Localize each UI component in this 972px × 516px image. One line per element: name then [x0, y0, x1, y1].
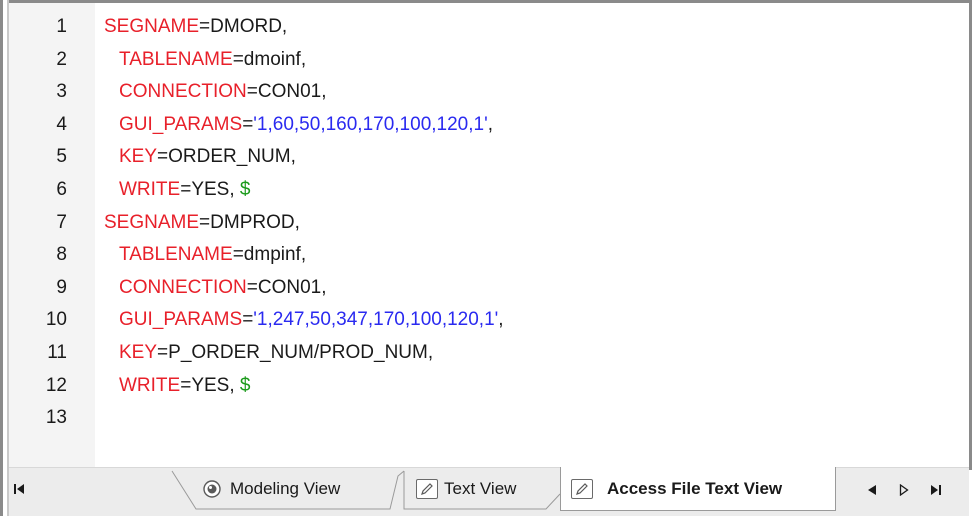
attribute-keyword: WRITE — [119, 179, 181, 200]
equals-operator: = — [180, 179, 192, 200]
attribute-keyword: TABLENAME — [119, 244, 233, 266]
string-literal: '1,247,50,347,170,100,120,1' — [253, 309, 499, 331]
attribute-keyword: WRITE — [119, 374, 181, 396]
line-number: 5 — [56, 146, 67, 168]
equals-operator: = — [242, 309, 254, 331]
string-literal: '1,60,50,160,170,100,120,1' — [253, 113, 488, 135]
equals-operator: = — [180, 374, 192, 396]
tab-access-file-text-view-label: Access File Text View — [607, 478, 783, 498]
attribute-value: CON01, — [257, 81, 327, 103]
equals-operator: = — [242, 113, 254, 135]
last-tab-icon — [931, 485, 941, 495]
code-line: WRITE=YES, $ — [119, 174, 250, 206]
attribute-value: DMPROD, — [210, 211, 300, 233]
attribute-keyword: CONNECTION — [119, 81, 247, 103]
attribute-value: YES, — [191, 374, 240, 396]
equals-operator: = — [232, 48, 244, 70]
code-line: GUI_PARAMS='1,60,50,160,170,100,120,1', — [119, 109, 493, 141]
code-line: WRITE=YES, $ — [119, 370, 250, 402]
segment-terminator: $ — [239, 374, 251, 396]
line-number: 13 — [45, 407, 67, 429]
attribute-value: dmpinf, — [243, 244, 307, 266]
triangle-right-outline-icon — [899, 483, 909, 497]
last-tab-button[interactable] — [926, 471, 946, 511]
code-line: KEY=P_ORDER_NUM/PROD_NUM, — [119, 337, 433, 369]
attribute-value: , — [498, 309, 504, 331]
equals-operator: = — [199, 16, 211, 37]
attribute-value: , — [487, 113, 493, 135]
attribute-keyword: KEY — [119, 342, 158, 363]
equals-operator: = — [246, 81, 258, 103]
segment-terminator: $ — [239, 179, 251, 200]
equals-operator: = — [199, 211, 211, 233]
code-line: SEGNAME=DMPROD, — [104, 207, 300, 239]
attribute-keyword: GUI_PARAMS — [119, 309, 243, 331]
first-tab-icon — [14, 484, 24, 494]
line-number: 8 — [56, 244, 67, 266]
attribute-keyword: KEY — [119, 146, 158, 168]
line-number: 9 — [56, 276, 67, 298]
attribute-value: ORDER_NUM, — [168, 146, 296, 168]
modeling-view-icon — [200, 480, 224, 498]
tab-modeling-view-label: Modeling View — [230, 479, 341, 498]
line-number: 1 — [56, 16, 67, 37]
code-line: CONNECTION=CON01, — [119, 76, 326, 108]
equals-operator: = — [157, 146, 169, 168]
code-line: SEGNAME=DMORD, — [104, 11, 287, 43]
text-view-icon — [416, 479, 438, 499]
tab-modeling-view[interactable]: Modeling View — [180, 467, 394, 511]
line-number: 3 — [56, 81, 67, 103]
code-line: CONNECTION=CON01, — [119, 272, 326, 304]
attribute-keyword: SEGNAME — [104, 211, 200, 233]
attribute-keyword: CONNECTION — [119, 276, 247, 298]
equals-operator: = — [157, 342, 169, 363]
code-line: TABLENAME=dmoinf, — [119, 44, 306, 76]
tab-text-view-label: Text View — [444, 479, 517, 498]
line-number: 4 — [56, 113, 67, 135]
line-number: 7 — [56, 211, 67, 233]
attribute-keyword: GUI_PARAMS — [119, 113, 243, 135]
attribute-value: CON01, — [257, 276, 327, 298]
line-number: 6 — [56, 179, 67, 200]
access-file-text-view-icon — [571, 478, 593, 499]
code-line: GUI_PARAMS='1,247,50,347,170,100,120,1', — [119, 304, 504, 336]
attribute-value: P_ORDER_NUM/PROD_NUM, — [168, 342, 434, 363]
code-line: KEY=ORDER_NUM, — [119, 141, 296, 173]
attribute-value: DMORD, — [210, 16, 288, 37]
line-number: 2 — [56, 48, 67, 70]
tab-text-view[interactable]: Text View — [400, 467, 558, 511]
access-file-editor-window: 1 2 3 4 5 6 7 8 9 10 11 12 13 SEGNAME=DMORD, TABLENAM… — [0, 0, 972, 516]
line-number: 10 — [45, 309, 67, 331]
line-number: 12 — [45, 374, 67, 396]
previous-tab-button[interactable] — [862, 471, 882, 511]
first-tab-button[interactable] — [10, 471, 28, 511]
attribute-value: dmoinf, — [243, 48, 307, 70]
equals-operator: = — [232, 244, 244, 266]
triangle-left-icon — [868, 485, 876, 495]
attribute-keyword: TABLENAME — [119, 48, 233, 70]
next-tab-button[interactable] — [894, 471, 914, 511]
line-number: 11 — [47, 342, 67, 363]
code-line: TABLENAME=dmpinf, — [119, 239, 306, 271]
attribute-keyword: SEGNAME — [104, 16, 200, 37]
window-left-border — [0, 0, 9, 516]
equals-operator: = — [246, 276, 258, 298]
attribute-value: YES, — [191, 179, 240, 200]
tab-access-file-text-view[interactable]: Access File Text View — [560, 467, 836, 511]
